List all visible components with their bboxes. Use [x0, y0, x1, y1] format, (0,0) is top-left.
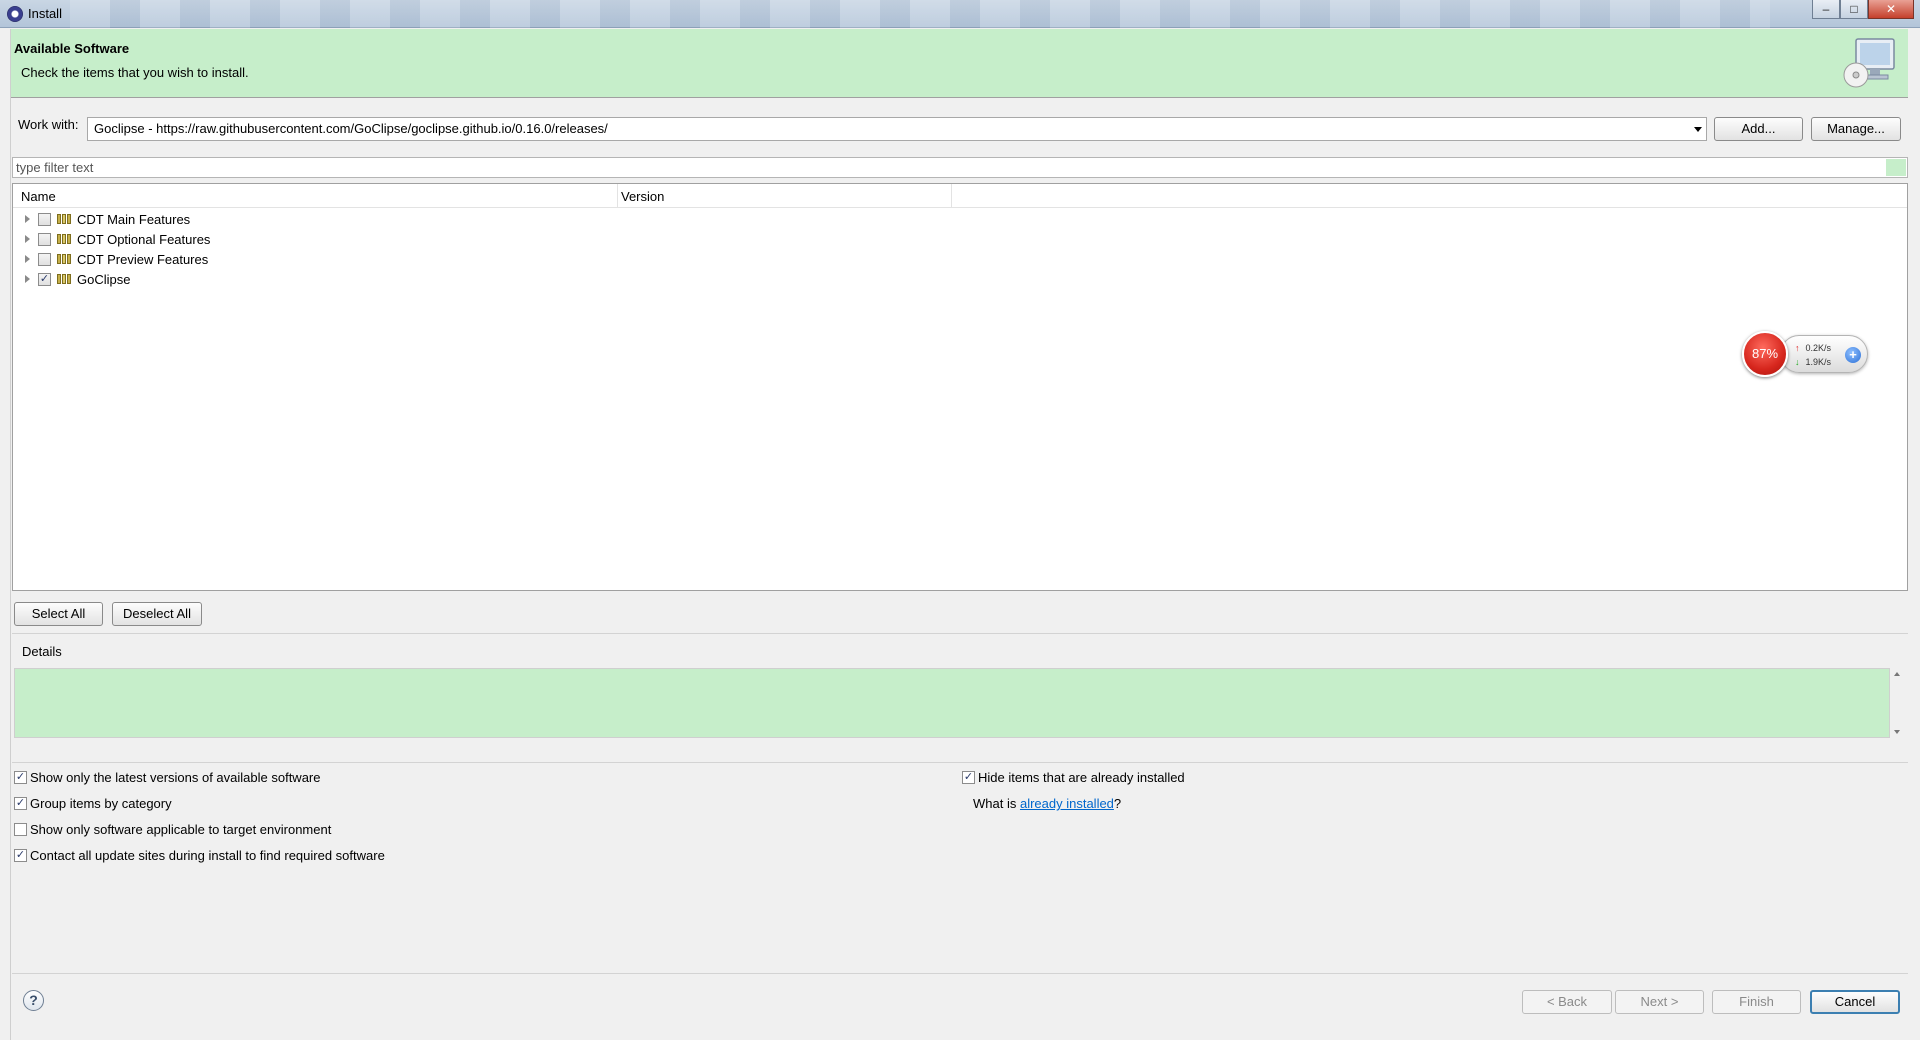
add-button[interactable]: Add...	[1714, 117, 1803, 141]
download-speed-value: 1.9K/s	[1805, 357, 1832, 367]
select-all-button[interactable]: Select All	[14, 602, 103, 626]
close-button[interactable]: ✕	[1868, 0, 1914, 19]
download-arrow-icon: ↓	[1795, 357, 1800, 367]
network-speed-widget[interactable]: ↑ 0.2K/s ↓ 1.9K/s + 87%	[1742, 331, 1872, 377]
tree-item-label: CDT Optional Features	[77, 231, 211, 247]
tree-row[interactable]: CDT Main Features	[13, 209, 190, 229]
tree-item-label: CDT Preview Features	[77, 251, 209, 267]
details-text-area[interactable]	[14, 668, 1890, 738]
upload-speed: ↑ 0.2K/s	[1795, 343, 1831, 353]
manage-button[interactable]: Manage...	[1811, 117, 1901, 141]
what-is-prefix: What is	[973, 796, 1020, 811]
eclipse-app-icon	[7, 6, 23, 22]
option-label: Show only software applicable to target …	[30, 822, 332, 837]
banner-title: Available Software	[14, 41, 130, 56]
header-banner: Available Software Check the items that …	[11, 29, 1908, 98]
download-speed: ↓ 1.9K/s	[1795, 357, 1831, 367]
chevron-down-icon[interactable]	[1694, 127, 1702, 132]
back-button[interactable]: < Back	[1522, 990, 1612, 1014]
expand-arrow-icon[interactable]	[25, 255, 30, 263]
deselect-all-button[interactable]: Deselect All	[112, 602, 202, 626]
finish-button[interactable]: Finish	[1712, 990, 1801, 1014]
category-icon	[57, 214, 71, 224]
category-icon	[57, 254, 71, 264]
contact-sites-checkbox[interactable]: ✓	[14, 849, 27, 862]
next-button[interactable]: Next >	[1615, 990, 1704, 1014]
window-left-edge	[0, 29, 11, 1040]
tree-item-checkbox[interactable]	[38, 252, 51, 266]
work-with-label: Work with:	[18, 117, 79, 132]
filter-placeholder: type filter text	[16, 160, 94, 175]
banner-subtitle: Check the items that you wish to install…	[21, 65, 249, 80]
cancel-button[interactable]: Cancel	[1810, 990, 1900, 1014]
option-latest-versions[interactable]: ✓ Show only the latest versions of avail…	[14, 770, 321, 785]
tree-row[interactable]: CDT Preview Features	[13, 249, 208, 269]
window-controls: – □ ✕	[1812, 0, 1914, 19]
details-label: Details	[22, 644, 62, 659]
applicable-only-checkbox[interactable]	[14, 823, 27, 836]
tree-item-checkbox[interactable]	[38, 232, 51, 246]
network-speed-panel: ↑ 0.2K/s ↓ 1.9K/s +	[1780, 335, 1868, 373]
tree-item-label: CDT Main Features	[77, 211, 191, 227]
maximize-button[interactable]: □	[1840, 0, 1868, 19]
option-contact-sites[interactable]: ✓ Contact all update sites during instal…	[14, 848, 385, 863]
expand-arrow-icon[interactable]	[25, 215, 30, 223]
scroll-down-icon[interactable]	[1894, 730, 1900, 734]
window-title: Install	[28, 6, 62, 21]
column-header-name[interactable]: Name	[21, 189, 56, 204]
expand-arrow-icon[interactable]	[25, 235, 30, 243]
group-by-category-checkbox[interactable]: ✓	[14, 797, 27, 810]
column-header-version[interactable]: Version	[621, 189, 664, 204]
divider	[12, 633, 1908, 634]
plus-icon[interactable]: +	[1845, 347, 1861, 363]
details-scrollbar[interactable]	[1889, 668, 1905, 738]
tree-item-checkbox[interactable]	[38, 212, 51, 226]
divider	[12, 762, 1908, 763]
category-icon	[57, 274, 71, 284]
scroll-up-icon[interactable]	[1894, 672, 1900, 676]
hide-installed-checkbox[interactable]: ✓	[962, 771, 975, 784]
minimize-button[interactable]: –	[1812, 0, 1840, 19]
title-bar: Install – □ ✕	[0, 0, 1920, 28]
work-with-value: Goclipse - https://raw.githubusercontent…	[94, 121, 608, 136]
option-label: Contact all update sites during install …	[30, 848, 385, 863]
tree-header: Name Version	[13, 184, 1907, 208]
upload-speed-value: 0.2K/s	[1805, 343, 1832, 353]
install-computer-icon	[1843, 38, 1895, 88]
filter-input[interactable]: type filter text	[12, 157, 1908, 178]
what-is-installed: What is already installed ?	[973, 796, 1121, 811]
tree-item-label: GoClipse	[77, 271, 131, 287]
option-group-by-category[interactable]: ✓ Group items by category	[14, 796, 172, 811]
clear-filter-icon[interactable]	[1886, 159, 1906, 176]
column-divider[interactable]	[951, 184, 952, 208]
title-bar-background	[70, 0, 1770, 28]
category-icon	[57, 234, 71, 244]
option-hide-installed[interactable]: ✓ Hide items that are already installed	[962, 770, 1185, 785]
help-icon[interactable]: ?	[23, 990, 44, 1011]
expand-arrow-icon[interactable]	[25, 275, 30, 283]
latest-versions-checkbox[interactable]: ✓	[14, 771, 27, 784]
software-tree[interactable]: Name Version CDT Main Features CDT Optio…	[12, 183, 1908, 591]
tree-row[interactable]: CDT Optional Features	[13, 229, 210, 249]
upload-arrow-icon: ↑	[1795, 343, 1800, 353]
what-is-suffix: ?	[1113, 796, 1122, 811]
divider	[12, 973, 1908, 974]
memory-usage-ball[interactable]: 87%	[1742, 331, 1788, 377]
option-label: Group items by category	[30, 796, 172, 811]
column-divider[interactable]	[617, 184, 618, 208]
option-label: Hide items that are already installed	[978, 770, 1185, 785]
tree-item-checkbox-checked[interactable]: ✓	[38, 272, 51, 286]
tree-row[interactable]: ✓ GoClipse	[13, 269, 130, 289]
work-with-combo[interactable]: Goclipse - https://raw.githubusercontent…	[87, 117, 1707, 141]
option-applicable-only[interactable]: Show only software applicable to target …	[14, 822, 331, 837]
option-label: Show only the latest versions of availab…	[30, 770, 321, 785]
already-installed-link[interactable]: already installed	[1020, 796, 1114, 811]
